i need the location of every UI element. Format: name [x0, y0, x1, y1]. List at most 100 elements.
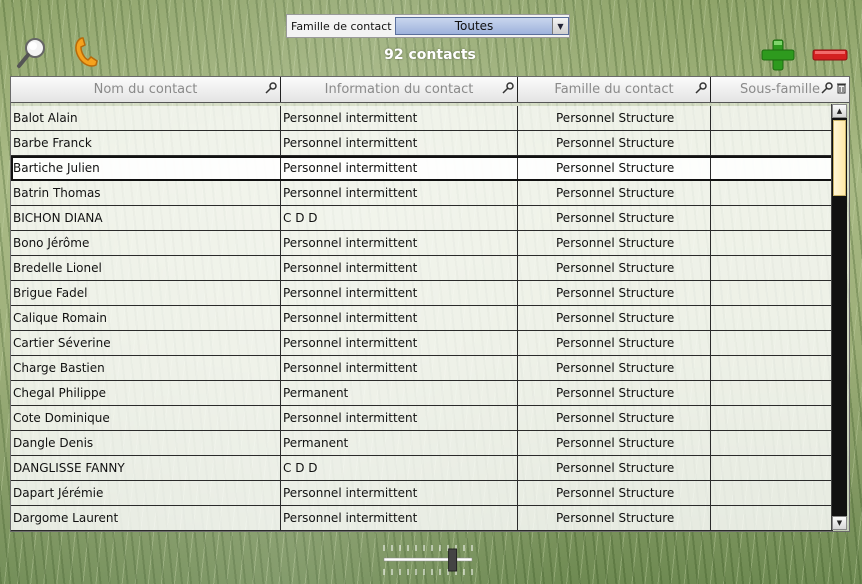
cell-subfamily — [711, 106, 833, 130]
cell-info: Permanent — [281, 431, 518, 455]
cell-family: Personnel Structure — [518, 206, 711, 230]
key-icon[interactable] — [265, 82, 277, 94]
cell-name: Cote Dominique — [11, 406, 281, 430]
cell-subfamily — [711, 406, 833, 430]
cell-info: Personnel intermittent — [281, 256, 518, 280]
cell-name: Calique Romain — [11, 306, 281, 330]
cell-subfamily — [711, 381, 833, 405]
table-row[interactable]: Dapart Jérémie Personnel intermittent Pers… — [11, 481, 833, 506]
cell-family: Personnel Structure — [518, 456, 711, 480]
table-row[interactable]: Bartiche Julien Personnel intermittent Per… — [11, 156, 833, 181]
cell-subfamily — [711, 256, 833, 280]
cell-subfamily — [711, 456, 833, 480]
cell-family: Personnel Structure — [518, 331, 711, 355]
cell-info: Personnel intermittent — [281, 356, 518, 380]
cell-subfamily — [711, 156, 833, 180]
cell-info: Personnel intermittent — [281, 481, 518, 505]
family-filter-label: Famille de contact — [291, 19, 392, 33]
scroll-down-arrow-icon[interactable]: ▼ — [832, 516, 847, 530]
chevron-down-icon[interactable]: ▼ — [552, 18, 568, 34]
key-icon[interactable] — [821, 82, 833, 94]
cell-subfamily — [711, 506, 833, 530]
cell-info: Personnel intermittent — [281, 306, 518, 330]
table-row[interactable]: Dargome Laurent Personnel intermittent Per… — [11, 506, 833, 531]
table-row[interactable]: Charge Bastien Personnel intermittent Pers… — [11, 356, 833, 381]
cell-family: Personnel Structure — [518, 356, 711, 380]
cell-name: Barbe Franck — [11, 131, 281, 155]
cell-name: Dapart Jérémie — [11, 481, 281, 505]
cell-info: Personnel intermittent — [281, 181, 518, 205]
cell-name: Batrin Thomas — [11, 181, 281, 205]
cell-name: Bredelle Lionel — [11, 256, 281, 280]
cell-subfamily — [711, 306, 833, 330]
cell-family: Personnel Structure — [518, 181, 711, 205]
trash-icon[interactable] — [837, 82, 846, 94]
table-row[interactable]: Chegal Philippe Permanent Personnel Struct… — [11, 381, 833, 406]
cell-family: Personnel Structure — [518, 131, 711, 155]
table-row[interactable]: Cote Dominique Personnel intermittent Pers… — [11, 406, 833, 431]
cell-info: Personnel intermittent — [281, 106, 518, 130]
table-row[interactable]: Calique Romain Personnel intermittent Pers… — [11, 306, 833, 331]
table-row[interactable]: Balot Alain Personnel intermittent Personn… — [11, 106, 833, 131]
table-row[interactable]: Bono Jérôme Personnel intermittent Personn… — [11, 231, 833, 256]
cell-info: Personnel intermittent — [281, 281, 518, 305]
table-row[interactable]: Cartier Séverine Personnel intermittent Pe… — [11, 331, 833, 356]
cell-subfamily — [711, 131, 833, 155]
cell-family: Personnel Structure — [518, 156, 711, 180]
cell-info: Personnel intermittent — [281, 506, 518, 530]
minus-icon[interactable] — [812, 48, 848, 62]
cell-family: Personnel Structure — [518, 256, 711, 280]
cell-name: Bono Jérôme — [11, 231, 281, 255]
family-select[interactable]: Toutes ▼ — [395, 17, 569, 35]
cell-subfamily — [711, 331, 833, 355]
cell-subfamily — [711, 281, 833, 305]
column-header-label: Famille du contact — [554, 82, 674, 97]
table-row[interactable]: Batrin Thomas Personnel intermittent Perso… — [11, 181, 833, 206]
family-filter: Famille de contact Toutes ▼ — [286, 14, 570, 38]
zoom-slider[interactable] — [382, 543, 478, 579]
column-header-info[interactable]: Information du contact — [281, 77, 518, 102]
table-row[interactable]: Dangle Denis Permanent Personnel Structure — [11, 431, 833, 456]
cell-name: Bartiche Julien — [11, 156, 281, 180]
table-row[interactable]: Barbe Franck Personnel intermittent Person… — [11, 131, 833, 156]
scrollbar-thumb[interactable] — [833, 120, 846, 196]
cell-name: Charge Bastien — [11, 356, 281, 380]
table-row[interactable]: BICHON DIANA C D D Personnel Structure — [11, 206, 833, 231]
cell-name: Dargome Laurent — [11, 506, 281, 530]
cell-info: Personnel intermittent — [281, 131, 518, 155]
cell-family: Personnel Structure — [518, 231, 711, 255]
vertical-scrollbar[interactable]: ▲ ▼ — [831, 104, 847, 530]
zoom-slider-thumb[interactable] — [448, 548, 458, 572]
plus-icon[interactable] — [760, 38, 796, 72]
cell-info: C D D — [281, 206, 518, 230]
cell-subfamily — [711, 206, 833, 230]
cell-info: Personnel intermittent — [281, 406, 518, 430]
table-row[interactable]: Bredelle Lionel Personnel intermittent Per… — [11, 256, 833, 281]
phone-icon[interactable] — [70, 34, 104, 70]
table-row[interactable]: Brigue Fadel Personnel intermittent Person… — [11, 281, 833, 306]
cell-family: Personnel Structure — [518, 506, 711, 530]
key-icon[interactable] — [502, 82, 514, 94]
column-header-subfamily[interactable]: Sous-famille — [711, 77, 849, 102]
cell-name: Dangle Denis — [11, 431, 281, 455]
magnifier-icon[interactable] — [16, 36, 48, 70]
table-header: Nom du contact Information du contact Fa… — [11, 77, 849, 103]
cell-name: BICHON DIANA — [11, 206, 281, 230]
key-icon[interactable] — [695, 82, 707, 94]
column-header-label: Information du contact — [324, 82, 474, 97]
column-header-name[interactable]: Nom du contact — [11, 77, 281, 102]
cell-family: Personnel Structure — [518, 406, 711, 430]
cell-family: Personnel Structure — [518, 481, 711, 505]
cell-info: Permanent — [281, 381, 518, 405]
cell-info: Personnel intermittent — [281, 331, 518, 355]
cell-subfamily — [711, 231, 833, 255]
cell-name: Cartier Séverine — [11, 331, 281, 355]
cell-info: Personnel intermittent — [281, 231, 518, 255]
cell-family: Personnel Structure — [518, 431, 711, 455]
cell-info: Personnel intermittent — [281, 156, 518, 180]
cell-family: Personnel Structure — [518, 381, 711, 405]
cell-family: Personnel Structure — [518, 106, 711, 130]
column-header-family[interactable]: Famille du contact — [518, 77, 711, 102]
table-row[interactable]: DANGLISSE FANNY C D D Personnel Structure — [11, 456, 833, 481]
scroll-up-arrow-icon[interactable]: ▲ — [832, 104, 847, 118]
